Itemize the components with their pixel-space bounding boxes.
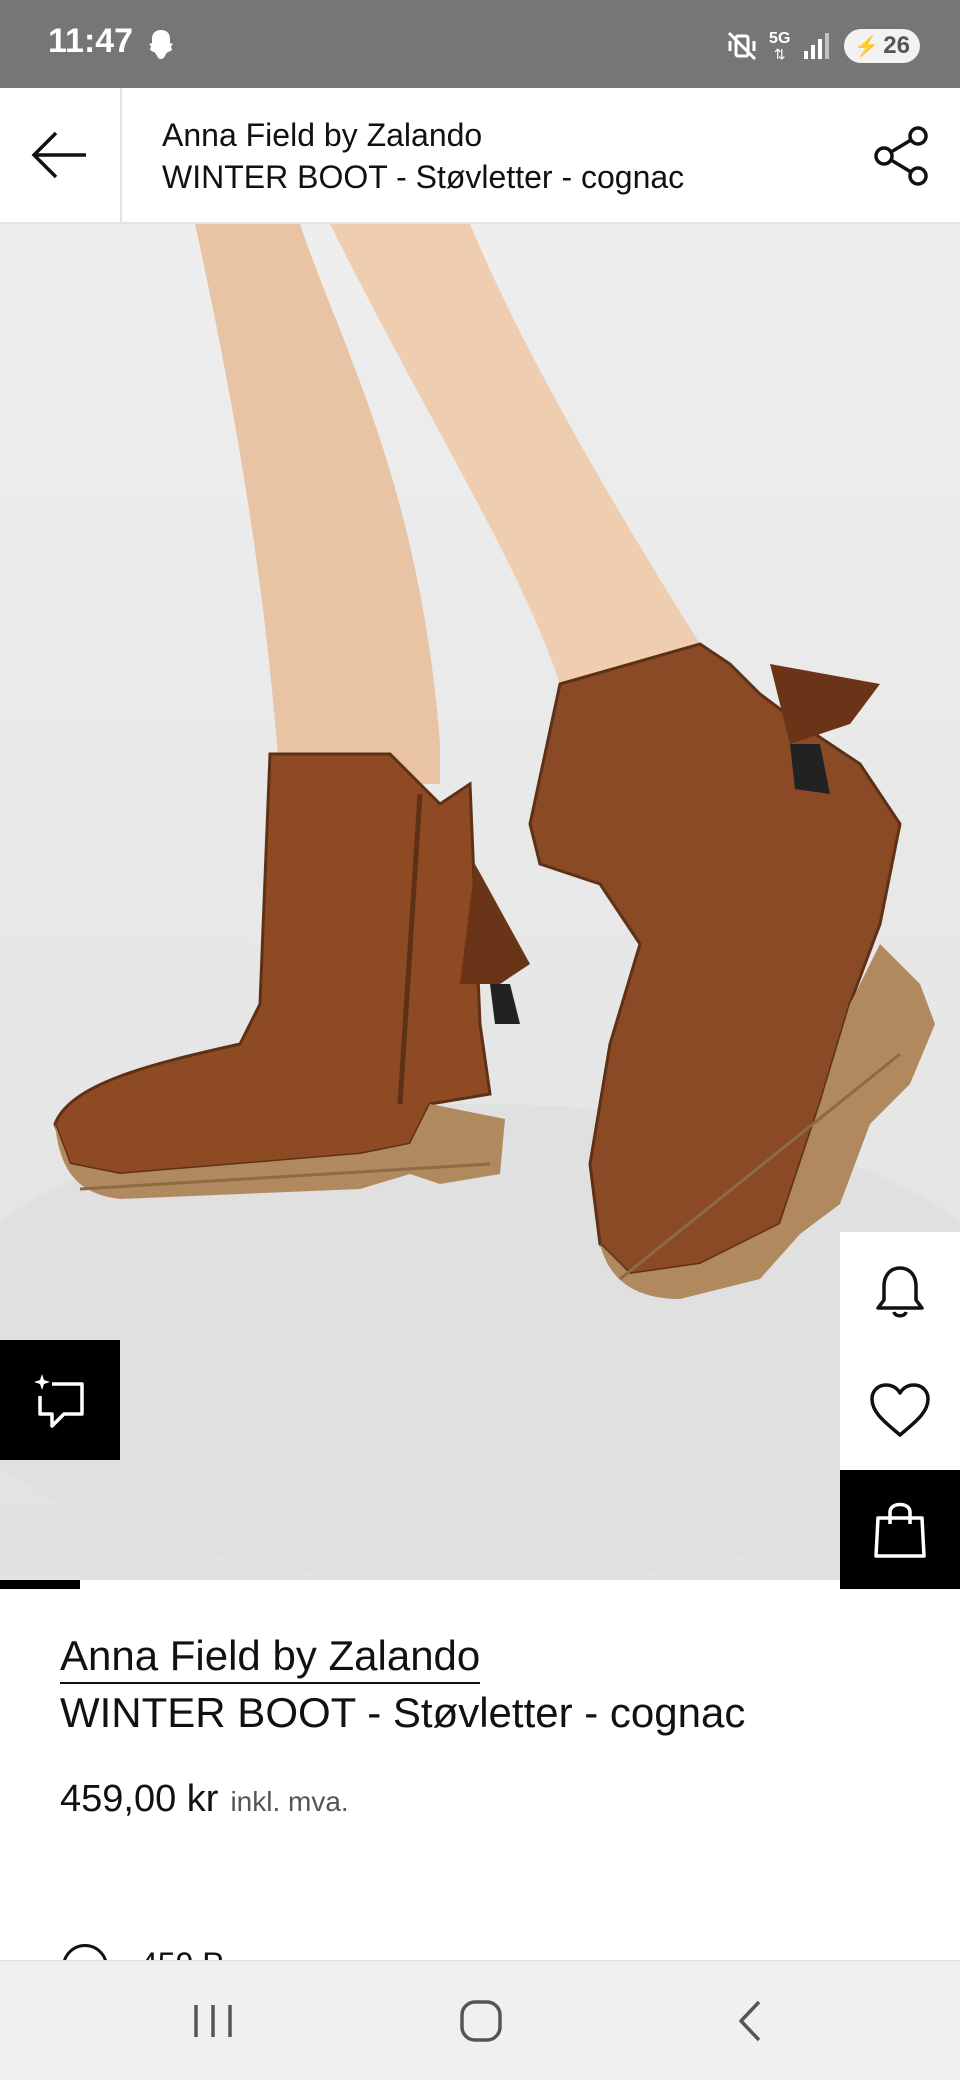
product-header: Anna Field by Zalando WINTER BOOT - Støv… (0, 88, 960, 224)
points-icon (62, 1944, 108, 1960)
home-icon (460, 2000, 502, 2042)
shopping-bag-icon (874, 1502, 926, 1558)
header-product: WINTER BOOT - Støvletter - cognac (162, 159, 685, 195)
side-actions (840, 1232, 960, 1590)
price-row: 459,00 kr inkl. mva. (60, 1778, 900, 1821)
gallery-progress-fill (0, 1580, 80, 1589)
ai-assistant-button[interactable] (0, 1340, 120, 1460)
system-nav-bar (0, 1960, 960, 2080)
brand-link[interactable]: Anna Field by Zalando (60, 1630, 481, 1684)
network-label: 5G (769, 30, 791, 47)
share-icon (874, 126, 928, 186)
bell-icon (876, 1265, 924, 1317)
product-name: WINTER BOOT - Støvletter - cognac (60, 1689, 746, 1736)
arrow-left-icon (31, 131, 86, 179)
snapchat-ghost-icon (149, 30, 173, 59)
back-icon (739, 2000, 761, 2042)
status-time: 11:47 (48, 22, 134, 60)
product-image[interactable] (0, 224, 960, 1580)
vat-note: inkl. mva. (230, 1786, 349, 1817)
sparkle-chat-icon (34, 1374, 84, 1428)
price: 459,00 kr (60, 1778, 219, 1820)
boots-photo (0, 224, 960, 1580)
battery-level: 26 (883, 32, 910, 59)
heart-icon (870, 1382, 930, 1437)
app-screen: 11:47 5G ⇅ ⚡ 26 Anna Field by Zalando WI… (0, 0, 960, 2080)
header-titles: Anna Field by Zalando WINTER BOOT - Støv… (162, 114, 822, 198)
wishlist-button[interactable] (840, 1351, 960, 1470)
5g-data-icon: 5G ⇅ (769, 30, 791, 62)
recent-apps-button[interactable] (173, 1991, 253, 2051)
gallery-progress (0, 1580, 750, 1589)
battery-icon: ⚡ 26 (844, 29, 920, 63)
header-brand: Anna Field by Zalando (162, 117, 483, 153)
share-button[interactable] (868, 122, 936, 190)
status-icons: 5G ⇅ ⚡ 26 (725, 26, 920, 66)
add-to-bag-button[interactable] (840, 1470, 960, 1589)
signal-icon (804, 33, 830, 59)
partial-points-row: 459 P (60, 1940, 460, 1960)
partial-row-text: 459 P (140, 1946, 224, 1960)
system-back-button[interactable] (711, 1991, 791, 2051)
recent-apps-icon (194, 2005, 232, 2037)
back-button[interactable] (0, 88, 122, 222)
mute-vibrate-icon (727, 31, 757, 61)
status-bar: 11:47 5G ⇅ ⚡ 26 (0, 0, 960, 88)
notify-button[interactable] (840, 1232, 960, 1351)
product-details: Anna Field by Zalando WINTER BOOT - Støv… (60, 1630, 900, 1821)
home-button[interactable] (441, 1991, 521, 2051)
